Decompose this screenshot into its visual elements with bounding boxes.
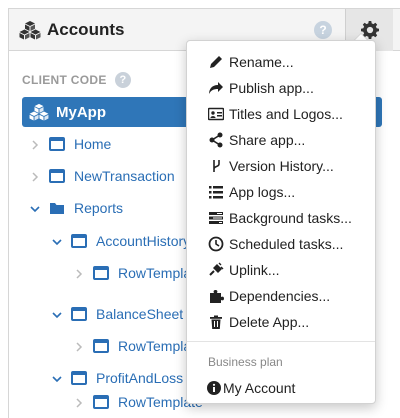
menu-caret bbox=[354, 33, 368, 40]
tree-item-label: Home bbox=[74, 136, 112, 152]
info-icon bbox=[207, 381, 221, 395]
form-icon bbox=[49, 137, 65, 151]
tree-item-newtransaction[interactable]: NewTransaction bbox=[29, 165, 199, 189]
form-icon bbox=[71, 371, 87, 385]
menu-item-label: Dependencies... bbox=[229, 288, 331, 304]
tree-item-label: RowTemplate bbox=[118, 265, 187, 281]
menu-item-dependencies[interactable]: Dependencies... bbox=[187, 283, 375, 309]
chevron-right-icon[interactable] bbox=[73, 340, 85, 354]
tree-item-label: MyApp bbox=[56, 104, 106, 121]
plug-icon bbox=[209, 262, 224, 276]
menu-item-titles-logos[interactable]: Titles and Logos... bbox=[187, 101, 375, 127]
pencil-icon bbox=[210, 56, 222, 68]
tree-item-reports[interactable]: Reports bbox=[29, 197, 199, 221]
clock-icon bbox=[208, 236, 224, 252]
tree-item-label: ProfitAndLoss bbox=[96, 370, 184, 386]
menu-item-uplink[interactable]: Uplink... bbox=[187, 257, 375, 283]
menu-item-delete-app[interactable]: Delete App... bbox=[187, 309, 375, 335]
share-icon bbox=[209, 132, 223, 148]
tree-item-rowtemplate[interactable]: RowTemplate bbox=[73, 335, 191, 359]
panel-title: Accounts bbox=[47, 20, 125, 39]
folder-icon bbox=[50, 203, 64, 214]
menu-item-share[interactable]: Share app... bbox=[187, 127, 375, 153]
menu-item-label: Version History... bbox=[229, 158, 334, 174]
menu-item-label: Uplink... bbox=[229, 262, 280, 278]
tree-item-balancesheet[interactable]: BalanceSheet bbox=[51, 303, 195, 327]
chevron-down-icon[interactable] bbox=[51, 235, 63, 249]
tree-item-rowtemplate[interactable]: RowTemplate bbox=[73, 262, 187, 286]
tree-item-label: BalanceSheet bbox=[96, 306, 184, 322]
form-icon bbox=[93, 339, 109, 353]
cubes-icon bbox=[29, 103, 49, 121]
trash-icon bbox=[210, 315, 222, 329]
menu-item-label: Background tasks... bbox=[229, 210, 352, 226]
chevron-down-icon[interactable] bbox=[51, 308, 63, 322]
menu-item-label: Publish app... bbox=[229, 80, 314, 96]
list-icon bbox=[209, 186, 223, 199]
menu-item-label: App logs... bbox=[229, 184, 296, 200]
menu-item-app-logs[interactable]: App logs... bbox=[187, 179, 375, 205]
menu-item-rename[interactable]: Rename... bbox=[187, 49, 375, 75]
chevron-down-icon[interactable] bbox=[51, 372, 63, 386]
help-icon[interactable]: ? bbox=[115, 72, 131, 88]
menu-item-label: Titles and Logos... bbox=[229, 106, 343, 122]
menu-item-label: My Account bbox=[223, 380, 296, 396]
chevron-right-icon[interactable] bbox=[73, 396, 85, 410]
business-plan-label: Business plan bbox=[208, 355, 283, 369]
share-arrow-icon bbox=[209, 82, 223, 94]
chevron-right-icon[interactable] bbox=[29, 138, 41, 152]
menu-item-label: Scheduled tasks... bbox=[229, 236, 344, 252]
cubes-icon bbox=[19, 21, 41, 40]
menu-item-my-account[interactable]: My Account bbox=[187, 375, 375, 401]
tree-item-label: Reports bbox=[74, 200, 124, 216]
menu-item-label: Share app... bbox=[229, 132, 306, 148]
menu-item-background-tasks[interactable]: Background tasks... bbox=[187, 205, 375, 231]
form-icon bbox=[49, 169, 65, 183]
menu-item-scheduled-tasks[interactable]: Scheduled tasks... bbox=[187, 231, 375, 257]
tree-item-label: NewTransaction bbox=[74, 168, 175, 184]
client-code-label: CLIENT CODE ? bbox=[22, 72, 131, 88]
chevron-right-icon[interactable] bbox=[29, 170, 41, 184]
form-icon bbox=[93, 266, 109, 280]
form-icon bbox=[93, 395, 109, 409]
id-card-icon bbox=[208, 107, 224, 121]
tree-item-profitandloss[interactable]: ProfitAndLoss bbox=[51, 367, 195, 391]
tree-item-home[interactable]: Home bbox=[29, 133, 199, 157]
chevron-down-icon[interactable] bbox=[29, 202, 41, 216]
menu-item-version-history[interactable]: Version History... bbox=[187, 153, 375, 179]
chevron-right-icon[interactable] bbox=[73, 267, 85, 281]
app-settings-menu: Rename... Publish app... Titles and Logo… bbox=[186, 40, 376, 404]
tree-item-accounthistory[interactable]: AccountHistory bbox=[51, 230, 191, 254]
form-icon bbox=[71, 234, 87, 248]
menu-item-label: Delete App... bbox=[229, 314, 310, 330]
branch-icon bbox=[213, 160, 220, 172]
tree-item-label: AccountHistory bbox=[96, 233, 191, 249]
form-icon bbox=[71, 307, 87, 321]
menu-item-label: Rename... bbox=[229, 54, 294, 70]
tree-item-label: RowTemplate bbox=[118, 338, 191, 354]
help-icon[interactable]: ? bbox=[314, 21, 332, 39]
menu-item-publish[interactable]: Publish app... bbox=[187, 75, 375, 101]
puzzle-icon bbox=[210, 290, 224, 303]
tasks-icon bbox=[209, 212, 223, 224]
client-code-text: CLIENT CODE bbox=[22, 73, 107, 87]
menu-divider bbox=[187, 341, 375, 342]
